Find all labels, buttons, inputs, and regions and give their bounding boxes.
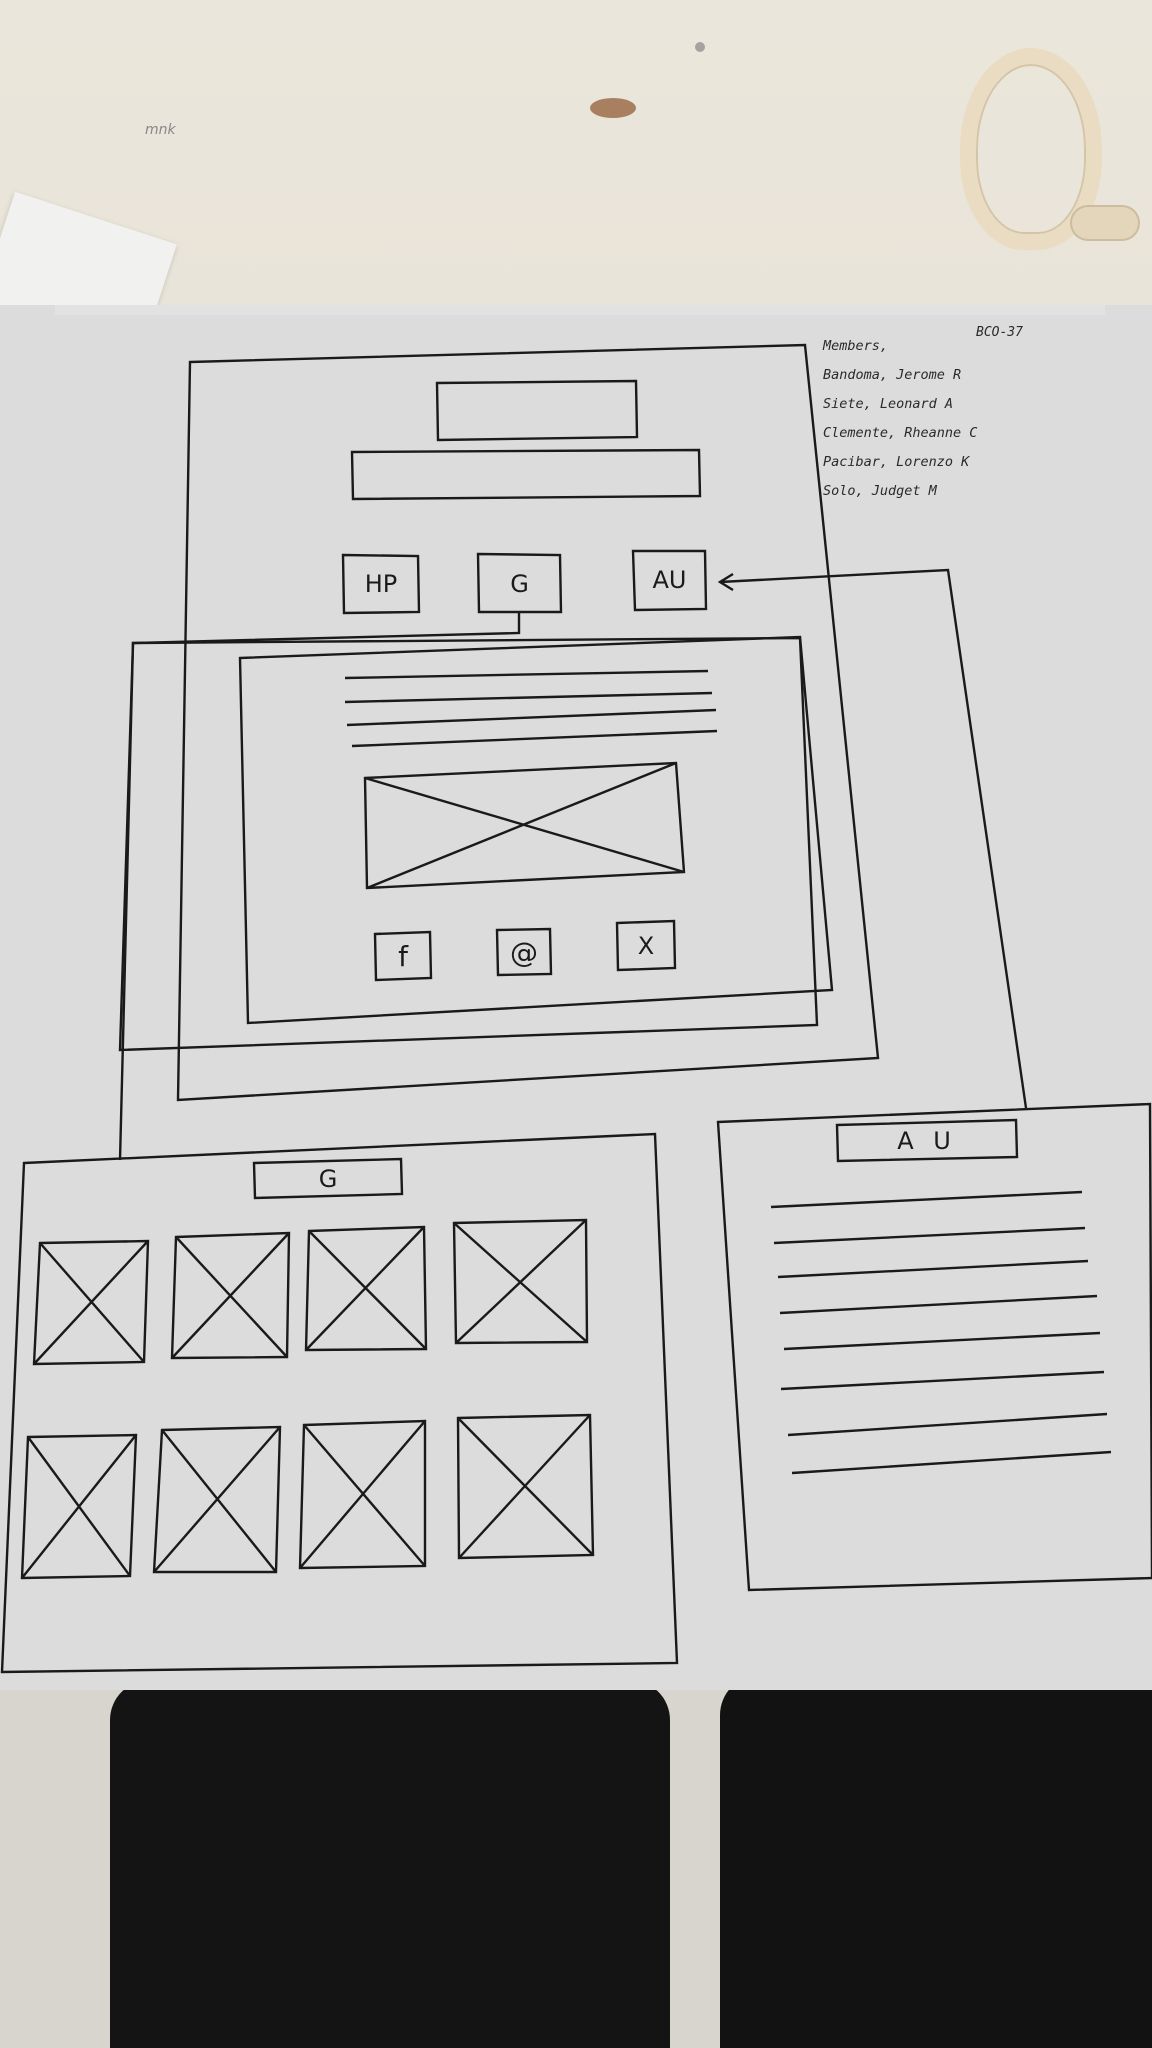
about-text-line — [787, 1412, 1108, 1437]
gallery-tile — [298, 1419, 427, 1570]
content-text-line — [344, 669, 709, 680]
content-text-line — [346, 708, 717, 727]
gallery-tile — [456, 1413, 595, 1560]
header-subtitle-box — [350, 448, 702, 501]
about-text-line — [783, 1331, 1101, 1351]
nav-about-label[interactable]: AU — [633, 551, 706, 609]
about-text-line — [773, 1226, 1086, 1245]
about-text-line — [780, 1370, 1105, 1391]
wireframe-sketch — [0, 343, 1152, 1674]
nav-home-label[interactable]: HP — [343, 556, 419, 612]
content-text-line — [344, 691, 713, 704]
gallery-page-frame — [0, 1132, 679, 1674]
twitter-x-icon[interactable]: X — [617, 922, 675, 969]
main-page-frame — [176, 343, 880, 1102]
about-text-line — [770, 1190, 1083, 1209]
gallery-tile — [452, 1218, 589, 1345]
content-image-cross — [364, 761, 685, 890]
gallery-tile — [20, 1433, 138, 1580]
gallery-tile — [32, 1239, 150, 1366]
email-icon[interactable]: @ — [497, 930, 551, 975]
gallery-title: G — [318, 1165, 338, 1193]
gallery-tile — [152, 1425, 282, 1574]
gallery-connector — [118, 612, 521, 1161]
about-text-line — [791, 1450, 1112, 1475]
about-title: A U — [897, 1127, 957, 1155]
about-text-line — [779, 1294, 1098, 1315]
about-page-frame — [716, 1102, 1152, 1592]
content-text-line — [351, 729, 718, 748]
header-title-box — [435, 379, 639, 442]
facebook-icon[interactable]: f — [375, 933, 431, 979]
nav-gallery-label[interactable]: G — [478, 555, 561, 612]
gallery-tile — [304, 1225, 428, 1352]
about-text-line — [777, 1259, 1089, 1279]
gallery-tile — [170, 1231, 291, 1360]
